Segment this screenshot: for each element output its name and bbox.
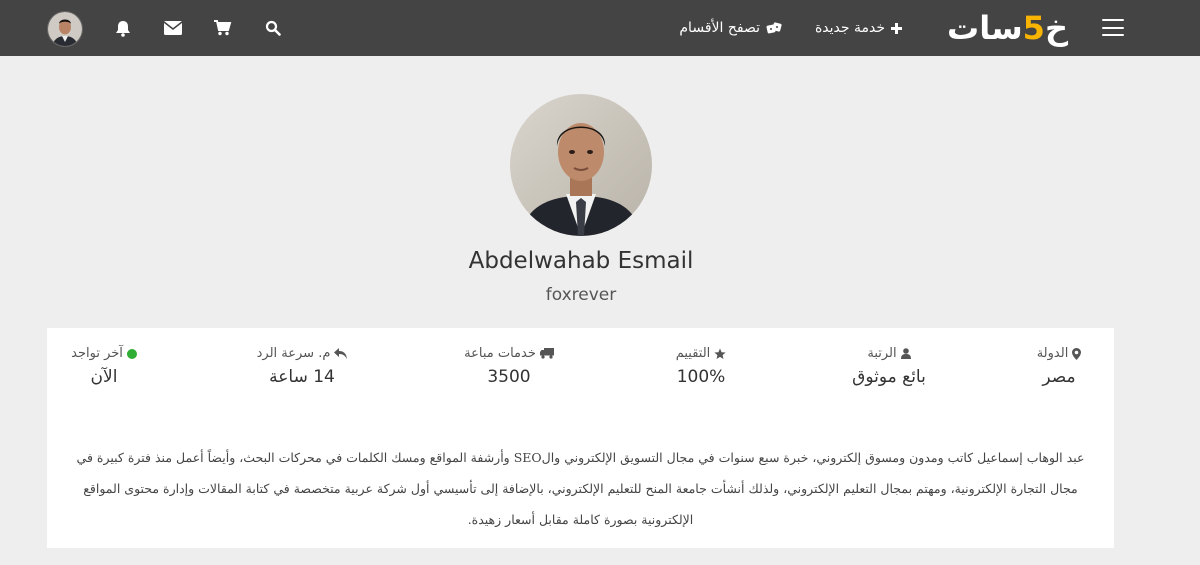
stat-response-speed: م. سرعة الرد 14 ساعة: [222, 346, 382, 387]
stat-value-rating: 100%: [676, 367, 726, 387]
dice-icon: [766, 22, 782, 34]
stat-value-country: مصر: [1042, 367, 1076, 387]
search-icon[interactable]: [263, 18, 283, 38]
stat-label-rank: الرتبة: [867, 346, 897, 361]
stats-row: الدولة مصر الرتبة بائع موثوق التقييم 100…: [47, 346, 1114, 416]
cart-icon[interactable]: [213, 18, 233, 38]
stat-label-last-seen: آخر تواجد: [71, 346, 123, 361]
profile-username: foxrever: [545, 285, 617, 305]
user-icon: [900, 348, 911, 359]
truck-icon: [539, 348, 554, 359]
profile-photo: [510, 94, 652, 236]
logo-text-sat: سات: [947, 9, 1023, 47]
stat-label-country: الدولة: [1036, 346, 1069, 361]
map-marker-icon: [1072, 347, 1082, 360]
new-service-link[interactable]: خدمة جديدة: [815, 0, 902, 56]
stat-country: الدولة مصر: [1009, 346, 1109, 387]
logo-text-kha: خ: [1044, 9, 1068, 47]
profile-bio: عبد الوهاب إسماعيل كاتب ومدون ومسوق إلكت…: [76, 450, 1085, 527]
star-icon: [714, 348, 726, 359]
stat-rank: الرتبة بائع موثوق: [809, 346, 969, 387]
stat-rating: التقييم 100%: [621, 346, 781, 387]
bell-icon[interactable]: [113, 18, 133, 38]
stat-sold-services: خدمات مباعة 3500: [429, 346, 589, 387]
stat-label-response-speed: م. سرعة الرد: [256, 346, 331, 361]
logo-five: 5: [1022, 9, 1045, 47]
top-navbar: خ5سات خدمة جديدة تصفح الأقسام: [0, 0, 1200, 56]
stat-value-sold-services: 3500: [487, 367, 531, 387]
profile-name: Abdelwahab Esmail: [468, 248, 694, 274]
plus-icon: [891, 22, 902, 34]
envelope-icon[interactable]: [163, 18, 183, 38]
reply-icon: [334, 348, 348, 359]
stat-value-response-speed: 14 ساعة: [269, 367, 335, 387]
site-logo[interactable]: خ5سات: [947, 6, 1068, 50]
browse-categories-label: تصفح الأقسام: [679, 20, 760, 36]
profile-info-card: الدولة مصر الرتبة بائع موثوق التقييم 100…: [47, 328, 1114, 548]
stat-value-last-seen: الآن: [90, 367, 118, 387]
new-service-label: خدمة جديدة: [814, 20, 885, 36]
stat-value-rank: بائع موثوق: [852, 367, 926, 387]
menu-icon[interactable]: [1102, 19, 1124, 36]
user-avatar[interactable]: [47, 11, 83, 47]
stat-label-rating: التقييم: [675, 346, 711, 361]
browse-categories-link[interactable]: تصفح الأقسام: [679, 0, 782, 56]
online-dot-icon: [126, 348, 137, 359]
stat-last-seen: آخر تواجد الآن: [49, 346, 159, 387]
stat-label-sold-services: خدمات مباعة: [464, 346, 536, 361]
